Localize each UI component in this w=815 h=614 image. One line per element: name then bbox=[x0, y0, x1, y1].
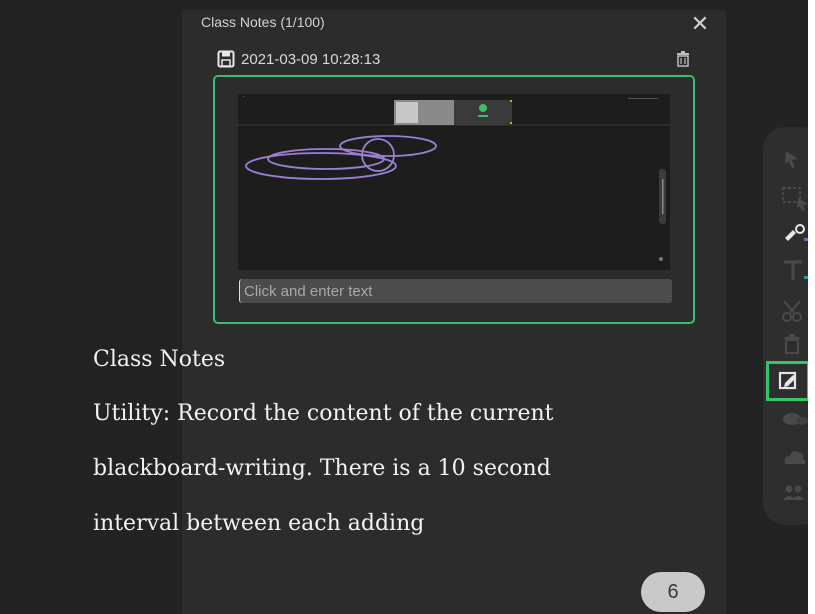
blackboard-thumbnail[interactable] bbox=[238, 94, 670, 270]
tooltip-line: Utility: Record the content of the curre… bbox=[93, 401, 554, 426]
close-button[interactable]: ✕ bbox=[687, 11, 713, 37]
panel-title: Class Notes (1/100) bbox=[201, 14, 325, 30]
text-icon[interactable] bbox=[780, 254, 808, 290]
select-icon[interactable] bbox=[780, 143, 808, 179]
tooltip-title: Class Notes bbox=[93, 347, 226, 372]
delete-note-icon[interactable] bbox=[676, 51, 690, 72]
tooltip-line: interval between each adding bbox=[93, 511, 425, 536]
users-icon[interactable] bbox=[780, 476, 808, 512]
area-select-icon[interactable] bbox=[780, 180, 808, 216]
trash-icon[interactable] bbox=[780, 328, 808, 364]
note-timestamp: 2021-03-09 10:28:13 bbox=[241, 51, 381, 68]
note-card[interactable] bbox=[213, 75, 695, 324]
scissors-icon[interactable] bbox=[780, 293, 808, 329]
note-header: 2021-03-09 10:28:13 bbox=[217, 50, 695, 72]
cloud-icon[interactable] bbox=[780, 440, 808, 476]
app-window: Class Notes (1/100) ✕ 2021-03-09 10:28:1… bbox=[0, 0, 808, 614]
tooltip-line: blackboard-writing. There is a 10 second bbox=[93, 456, 551, 481]
class-notes-icon[interactable] bbox=[766, 361, 808, 401]
save-icon[interactable] bbox=[217, 50, 235, 73]
chat-icon[interactable] bbox=[780, 403, 808, 439]
note-text-input[interactable] bbox=[239, 279, 672, 303]
pen-icon[interactable] bbox=[780, 216, 808, 252]
page-badge: 6 bbox=[641, 572, 705, 612]
